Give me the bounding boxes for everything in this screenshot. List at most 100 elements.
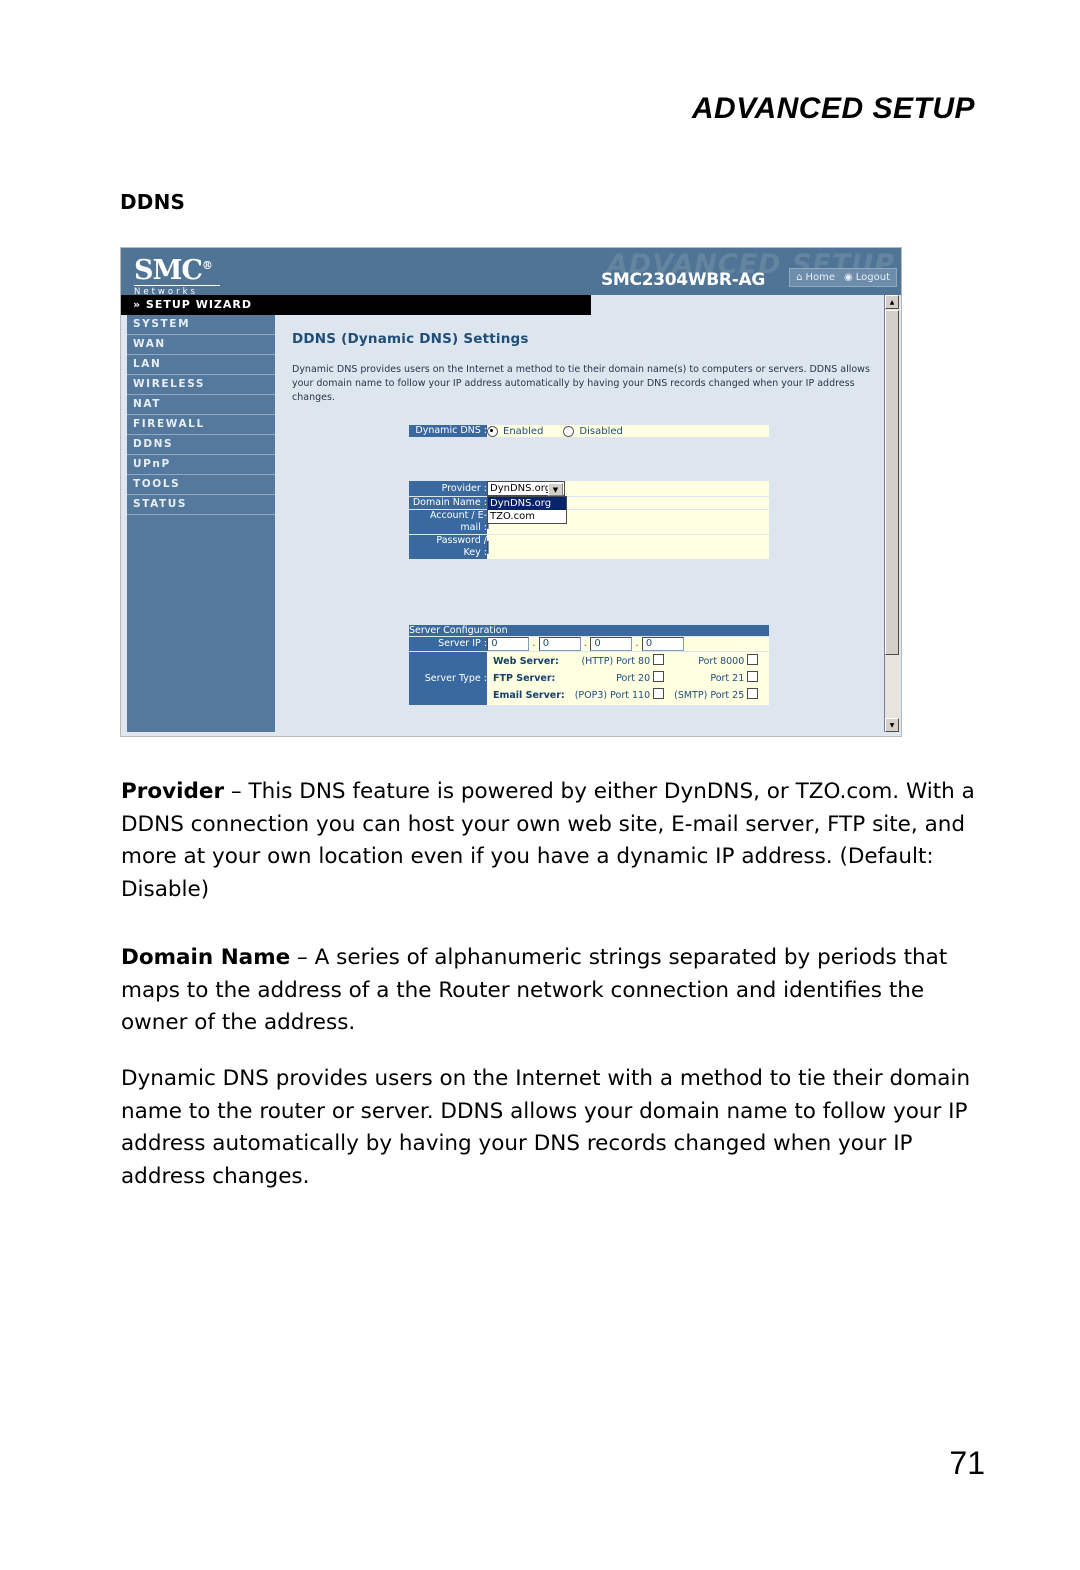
home-label: Home (805, 272, 836, 283)
ftp-server-port-b-checkbox[interactable] (747, 671, 759, 682)
logout-label: Logout (855, 272, 890, 283)
table-row: Password / Key : (409, 534, 769, 560)
provider-dropdown-list: DynDNS.org TZO.com (487, 496, 567, 524)
provider-value-cell: DynDNS.org ▼ DynDNS.org TZO.com (487, 481, 769, 524)
server-ip-dot-3: . (635, 638, 639, 649)
chevron-down-icon[interactable]: ▼ (548, 483, 563, 496)
radio-disabled[interactable] (563, 425, 575, 437)
table-row: Account / E- mail : (409, 509, 769, 535)
email-server-name: Email Server: (493, 689, 565, 701)
logo-text: SMC (134, 255, 203, 286)
web-server-port-a-checkbox[interactable] (653, 654, 665, 665)
router-sidebar: » SETUP WIZARD SYSTEM WAN LAN WIRELESS N… (127, 295, 275, 732)
email-server-port-a: (POP3) Port 110 (571, 688, 668, 703)
scroll-down-button[interactable]: ▼ (885, 718, 899, 732)
dynamic-dns-label: Dynamic DNS : (409, 425, 487, 438)
paragraph-dynamic-dns: Dynamic DNS provides users on the Intern… (121, 1066, 971, 1189)
paragraph-provider-text: – This DNS feature is powered by either … (121, 779, 975, 902)
server-ip-dot-2: . (583, 638, 587, 649)
table-row: Email Server: (POP3) Port 110 (SMTP) Por… (489, 688, 762, 703)
ftp-server-port-a-checkbox[interactable] (653, 671, 665, 682)
ddns-account-table: Provider : DynDNS.org ▼ DynDNS.org TZO.c… (409, 481, 769, 560)
password-key-label-line2: Key : (463, 547, 487, 558)
server-ip-dot-1: . (532, 638, 536, 649)
dynamic-dns-table: Dynamic DNS : Enabled Disabled (409, 425, 769, 438)
password-key-value-cell (487, 534, 769, 560)
content-description: Dynamic DNS provides users on the Intern… (292, 364, 870, 403)
provider-option-dyndns[interactable]: DynDNS.org (488, 497, 566, 510)
ftp-server-port-a: Port 20 (571, 671, 668, 686)
account-email-label-line2: mail : (460, 522, 487, 533)
password-key-label: Password / Key : (409, 534, 487, 560)
web-server-port-b-checkbox[interactable] (747, 654, 759, 665)
router-content-pane: DDNS (Dynamic DNS) Settings Dynamic DNS … (275, 315, 893, 732)
sidebar-item-wireless[interactable]: WIRELESS (127, 375, 275, 395)
sidebar-item-ddns[interactable]: DDNS (127, 435, 275, 455)
table-row: Server Configuration (409, 625, 769, 637)
scroll-up-button[interactable]: ▲ (885, 295, 899, 309)
router-nav-buttons: ⌂ Home ◉ Logout (789, 268, 897, 287)
server-ip-octet-3[interactable]: 0 (590, 637, 633, 651)
sidebar-item-system[interactable]: SYSTEM (127, 315, 275, 335)
password-key-label-line1: Password / (436, 535, 487, 546)
paragraph-provider: Provider – This DNS feature is powered b… (121, 776, 981, 906)
provider-label: Provider : (409, 481, 487, 497)
web-server-name: Web Server: (493, 655, 559, 667)
radio-enabled-label: Enabled (503, 425, 544, 437)
power-icon: ◉ (844, 271, 853, 283)
table-row: Domain Name : (409, 496, 769, 510)
server-type-value-cell: Web Server: (HTTP) Port 80 Port 8000 FTP… (487, 651, 769, 706)
sidebar-item-setup-wizard[interactable]: » SETUP WIZARD (127, 295, 275, 315)
server-ip-octet-4[interactable]: 0 (641, 637, 684, 651)
paragraph-domain-name: Domain Name – A series of alphanumeric s… (121, 942, 981, 1040)
table-row: Web Server: (HTTP) Port 80 Port 8000 (489, 654, 762, 669)
home-button[interactable]: ⌂ Home (796, 272, 835, 283)
paragraph-domain-name-lead: Domain Name (121, 945, 291, 970)
router-header-bar: ADVANCED SETUP SMC® Networks SMC2304WBR-… (121, 248, 901, 297)
logout-button[interactable]: ◉ Logout (844, 272, 890, 283)
table-row: FTP Server: Port 20 Port 21 (489, 671, 762, 686)
table-row: Provider : DynDNS.org ▼ DynDNS.org TZO.c… (409, 481, 769, 524)
home-icon: ⌂ (796, 271, 803, 283)
provider-selected-value: DynDNS.org (490, 483, 552, 494)
email-server-port-a-checkbox[interactable] (653, 688, 665, 699)
table-row: Server IP : 0 . 0 . 0 . 0 (409, 636, 769, 652)
section-heading: DDNS (120, 190, 186, 214)
smc-logo: SMC® Networks (134, 253, 220, 297)
content-heading: DDNS (Dynamic DNS) Settings (292, 331, 529, 347)
email-server-port-b: (SMTP) Port 25 (670, 688, 762, 703)
server-configuration-table: Server Configuration Server IP : 0 . 0 .… (409, 625, 769, 706)
sidebar-item-nat[interactable]: NAT (127, 395, 275, 415)
provider-select[interactable]: DynDNS.org ▼ (487, 481, 565, 496)
radio-enabled[interactable] (487, 425, 498, 437)
password-key-input[interactable] (487, 540, 489, 554)
router-ui-screenshot: ADVANCED SETUP SMC® Networks SMC2304WBR-… (120, 247, 902, 737)
sidebar-item-wan[interactable]: WAN (127, 335, 275, 355)
sidebar-item-lan[interactable]: LAN (127, 355, 275, 375)
sidebar-item-tools[interactable]: TOOLS (127, 475, 275, 495)
server-configuration-heading: Server Configuration (409, 625, 769, 637)
server-ip-value-cell: 0 . 0 . 0 . 0 (487, 636, 769, 652)
sidebar-item-upnp[interactable]: UPnP (127, 455, 275, 475)
account-email-label: Account / E- mail : (409, 509, 487, 535)
email-server-port-b-checkbox[interactable] (747, 688, 759, 699)
dynamic-dns-value-cell: Enabled Disabled (487, 425, 769, 438)
registered-mark-icon: ® (201, 259, 213, 272)
ftp-server-port-b: Port 21 (670, 671, 762, 686)
scrollbar-thumb[interactable] (885, 310, 899, 655)
provider-option-tzo[interactable]: TZO.com (488, 510, 566, 523)
running-head: ADVANCED SETUP (691, 92, 975, 125)
radio-disabled-label: Disabled (579, 425, 623, 437)
server-type-label: Server Type : (409, 651, 487, 706)
server-ip-label: Server IP : (409, 636, 487, 652)
sidebar-item-firewall[interactable]: FIREWALL (127, 415, 275, 435)
account-email-label-line1: Account / E- (429, 510, 487, 521)
server-type-grid: Web Server: (HTTP) Port 80 Port 8000 FTP… (487, 652, 764, 705)
vertical-scrollbar[interactable]: ▲ ▼ (884, 295, 899, 732)
web-server-port-a: (HTTP) Port 80 (571, 654, 668, 669)
model-number: SMC2304WBR-AG (600, 270, 765, 290)
server-ip-octet-1[interactable]: 0 (487, 637, 529, 651)
sidebar-item-status[interactable]: STATUS (127, 495, 275, 515)
server-ip-octet-2[interactable]: 0 (538, 637, 581, 651)
paragraph-provider-lead: Provider (121, 779, 225, 804)
